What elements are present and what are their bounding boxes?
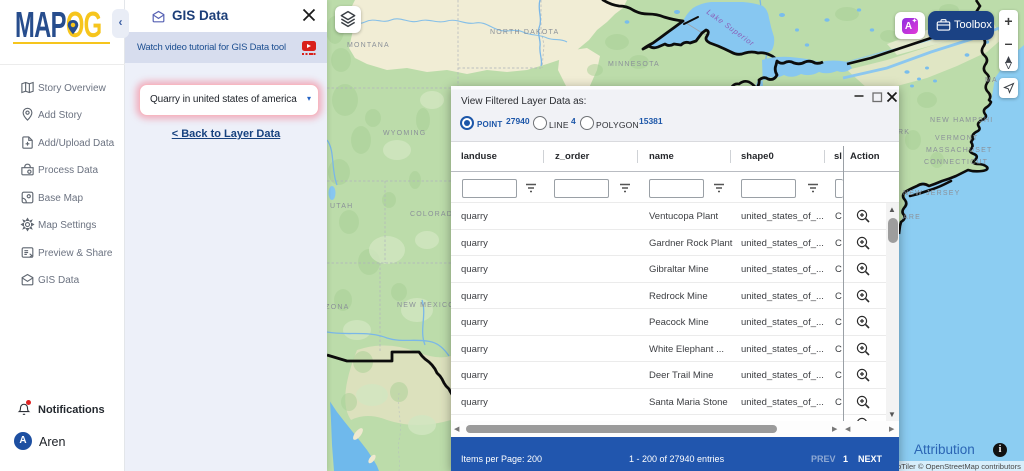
svg-text:NEW MEXICO: NEW MEXICO [397,302,455,309]
svg-text:NEW HAMPSHI: NEW HAMPSHI [930,117,993,124]
svg-text:ARIZONA: ARIZONA [327,304,350,311]
svg-text:MONTANA: MONTANA [347,42,390,49]
svg-text:MA: MA [985,77,998,84]
svg-text:CONNECTICUT: CONNECTICUT [924,159,988,166]
svg-text:MINNESOTA: MINNESOTA [608,61,660,68]
svg-text:RK: RK [898,129,910,136]
svg-text:NORTH DAKOTA: NORTH DAKOTA [490,29,559,36]
svg-text:WYOMING: WYOMING [383,130,426,137]
svg-text:NEW JERSEY: NEW JERSEY [903,190,961,197]
svg-text:ARE: ARE [903,214,921,221]
svg-text:UTAH: UTAH [330,203,353,210]
svg-text:MASSACHUSET: MASSACHUSET [926,147,993,154]
svg-text:VERMONT: VERMONT [935,135,978,142]
